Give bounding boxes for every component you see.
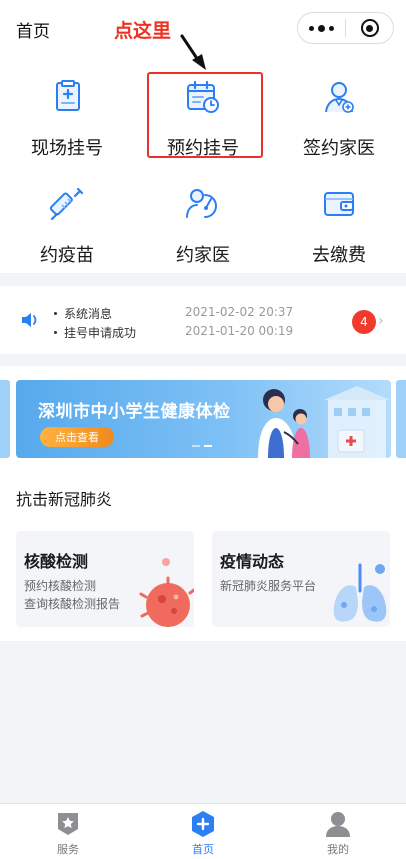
banner-title: 深圳市中小学生健康体检 [38,402,231,422]
chevron-right-icon[interactable]: › [378,313,384,329]
more-icon[interactable] [298,13,345,43]
card-title: 疫情动态 [220,552,285,571]
wallet-icon [324,192,354,216]
notice-item[interactable]: 挂号申请成功 [52,324,136,341]
mini-program-capsule [297,12,394,44]
notice-item[interactable]: 系统消息 [52,305,112,322]
notice-text: 系统消息 [64,307,113,321]
section-title: 抗击新冠肺炎 [16,490,113,509]
service-label: 去缴费 [312,245,366,266]
tab-home[interactable]: 首页 [153,804,253,859]
annotation-arrow-icon [180,34,206,70]
tab-label: 服务 [57,843,79,856]
annotation-label: 点这里 [114,20,172,42]
highlight-box [147,72,263,158]
service-onsite-registration[interactable]: 现场挂号 [2,66,132,161]
service-pay[interactable]: 去缴费 [274,173,404,268]
tab-services[interactable]: 服务 [18,804,118,859]
tab-label: 首页 [192,843,214,856]
user-icon [325,810,351,838]
service-label: 现场挂号 [31,138,103,159]
lungs-icon [333,563,387,622]
card-line: 预约核酸检测 [24,579,97,593]
doctor-child-illustration-icon [258,386,390,458]
doctor-icon [325,82,354,113]
service-label: 签约家医 [303,138,375,159]
tab-label: 我的 [327,843,349,856]
notice-text: 挂号申请成功 [64,326,137,340]
unread-badge: 4 [352,310,376,334]
banner-peek-left [0,380,10,458]
page-title: 首页 [16,22,50,42]
service-sign-family-doctor[interactable]: 签约家医 [274,66,404,161]
card-title: 核酸检测 [24,552,89,571]
virus-icon [139,558,194,627]
health-checkup-banner[interactable]: 深圳市中小学生健康体检 点击查看 [16,380,391,458]
service-label: 约疫苗 [40,245,94,266]
syringe-icon [49,187,84,221]
card-epidemic-news[interactable]: 疫情动态 新冠肺炎服务平台 [212,531,390,627]
family-doctor-icon [186,189,217,218]
close-icon[interactable] [346,13,393,43]
notice-date: 2021-01-20 00:19 [185,324,294,338]
bottom-tab-bar: 服务 首页 我的 [0,803,406,859]
clipboard-cross-icon [56,80,80,111]
notice-date: 2021-02-02 20:37 [185,305,294,319]
service-book-vaccine[interactable]: 约疫苗 [2,173,132,268]
star-badge-icon [55,810,81,838]
banner-peek-right [396,380,406,458]
plus-hexagon-icon [190,810,216,838]
card-line: 查询核酸检测报告 [24,597,121,611]
card-nucleic-test[interactable]: 核酸检测 预约核酸检测 查询核酸检测报告 [16,531,194,627]
service-label: 约家医 [176,245,230,266]
carousel-indicator [192,445,212,447]
tab-profile[interactable]: 我的 [288,804,388,859]
banner-view-button[interactable]: 点击查看 [40,427,114,447]
speaker-icon [22,313,37,327]
card-line: 新冠肺炎服务平台 [220,579,317,593]
service-book-family-doctor[interactable]: 约家医 [138,173,268,268]
